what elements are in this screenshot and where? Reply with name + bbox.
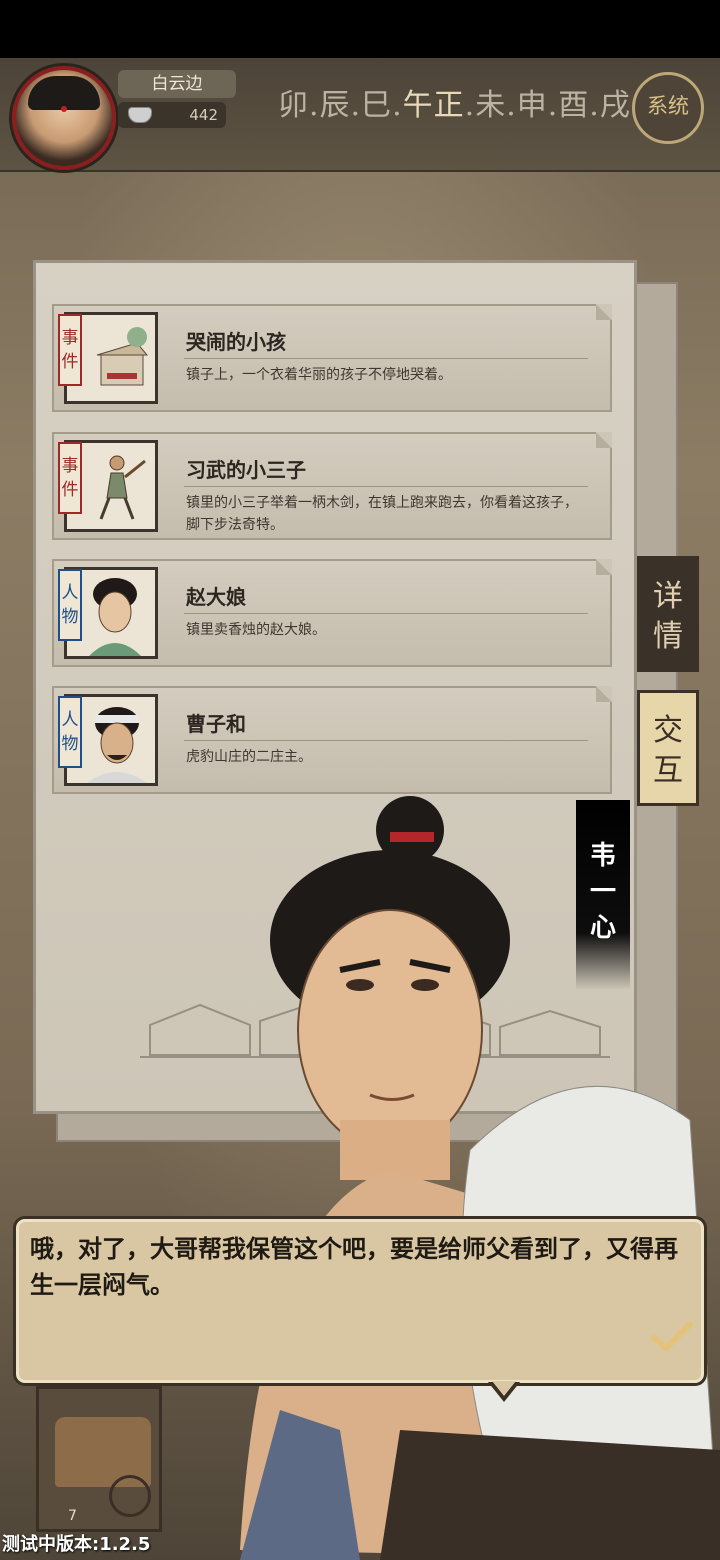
time-slot: 未 bbox=[475, 88, 507, 123]
card-description: 镇子上，一个衣着华丽的孩子不停地哭着。 bbox=[186, 367, 452, 383]
time-slot: 巳 bbox=[361, 88, 393, 123]
tab-detail[interactable]: 详情 bbox=[637, 556, 699, 672]
dialog-text: 哦，对了，大哥帮我保管这个吧，要是给师父看到了，又得再生一层闷气。 bbox=[30, 1235, 678, 1299]
player-name: 白云边 bbox=[118, 70, 236, 98]
version-label: 测试中版本:1.2.5 bbox=[2, 1534, 151, 1555]
card-title: 曹子和 bbox=[186, 712, 246, 736]
card-description: 镇里的小三子举着一柄木剑，在镇上跑来跑去，你看着这孩子，脚下步法奇特。 bbox=[186, 495, 578, 533]
person-tag: 人物 bbox=[58, 569, 82, 641]
time-slot: 申 bbox=[516, 88, 548, 123]
time-slot: 酉 bbox=[558, 88, 590, 123]
page-fold bbox=[596, 304, 612, 320]
tab-interact-label: 交互 bbox=[653, 713, 683, 788]
silver-icon bbox=[128, 107, 152, 123]
list-item-event[interactable]: 事件 习武的小三子 镇里的小三子举着一柄木剑，在镇上跑来跑去，你看着这孩子，脚下… bbox=[52, 432, 612, 540]
player-avatar[interactable] bbox=[12, 66, 116, 170]
card-title: 习武的小三子 bbox=[186, 458, 306, 482]
item-count: 7 bbox=[68, 1508, 77, 1524]
card-title: 哭闹的小孩 bbox=[186, 330, 286, 354]
card-title: 赵大娘 bbox=[186, 585, 246, 609]
speaker-name: 韦一心 bbox=[576, 800, 630, 990]
coin-display: 442 bbox=[118, 102, 226, 128]
dialog-box[interactable]: 哦，对了，大哥帮我保管这个吧，要是给师父看到了，又得再生一层闷气。 bbox=[13, 1216, 707, 1386]
status-bar bbox=[0, 0, 720, 58]
time-slot-active: 午 bbox=[402, 88, 434, 123]
tab-detail-label: 详情 bbox=[653, 579, 683, 654]
page-fold bbox=[596, 686, 612, 702]
card-divider bbox=[184, 358, 588, 359]
list-item-event[interactable]: 事件 哭闹的小孩 镇子上，一个衣着华丽的孩子不停地哭着。 bbox=[52, 304, 612, 412]
card-divider bbox=[184, 613, 588, 614]
inventory-card[interactable] bbox=[36, 1386, 162, 1532]
coin-value: 442 bbox=[189, 106, 218, 124]
system-button[interactable]: 系统 bbox=[632, 72, 704, 144]
avatar-hair bbox=[28, 76, 100, 110]
list-item-person[interactable]: 人物 赵大娘 镇里卖香烛的赵大娘。 bbox=[52, 559, 612, 667]
speaker-character bbox=[240, 796, 720, 1560]
speaker-name-text: 韦一心 bbox=[589, 841, 616, 943]
page-fold bbox=[596, 559, 612, 575]
dialog-tail-inner bbox=[492, 1381, 516, 1396]
person-tag: 人物 bbox=[58, 696, 82, 768]
time-slot: 辰 bbox=[319, 88, 351, 123]
time-slot: 卯 bbox=[278, 88, 309, 123]
page-fold bbox=[596, 432, 612, 448]
card-divider bbox=[184, 740, 588, 741]
time-of-day-bar: 卯.辰.巳.午正.未.申.酉.戌 bbox=[278, 88, 631, 123]
checkmark-icon[interactable] bbox=[650, 1320, 694, 1354]
event-tag: 事件 bbox=[58, 442, 82, 514]
card-divider bbox=[184, 486, 588, 487]
card-description: 虎豹山庄的二庄主。 bbox=[186, 749, 312, 765]
tab-interact[interactable]: 交互 bbox=[637, 690, 699, 806]
card-description: 镇里卖香烛的赵大娘。 bbox=[186, 622, 326, 638]
time-slot: 戌 bbox=[599, 88, 631, 123]
time-slot-active: 正 bbox=[433, 88, 465, 123]
list-item-person[interactable]: 人物 曹子和 虎豹山庄的二庄主。 bbox=[52, 686, 612, 794]
cart-wheel bbox=[109, 1475, 151, 1517]
avatar-mark bbox=[61, 106, 67, 112]
event-tag: 事件 bbox=[58, 314, 82, 386]
